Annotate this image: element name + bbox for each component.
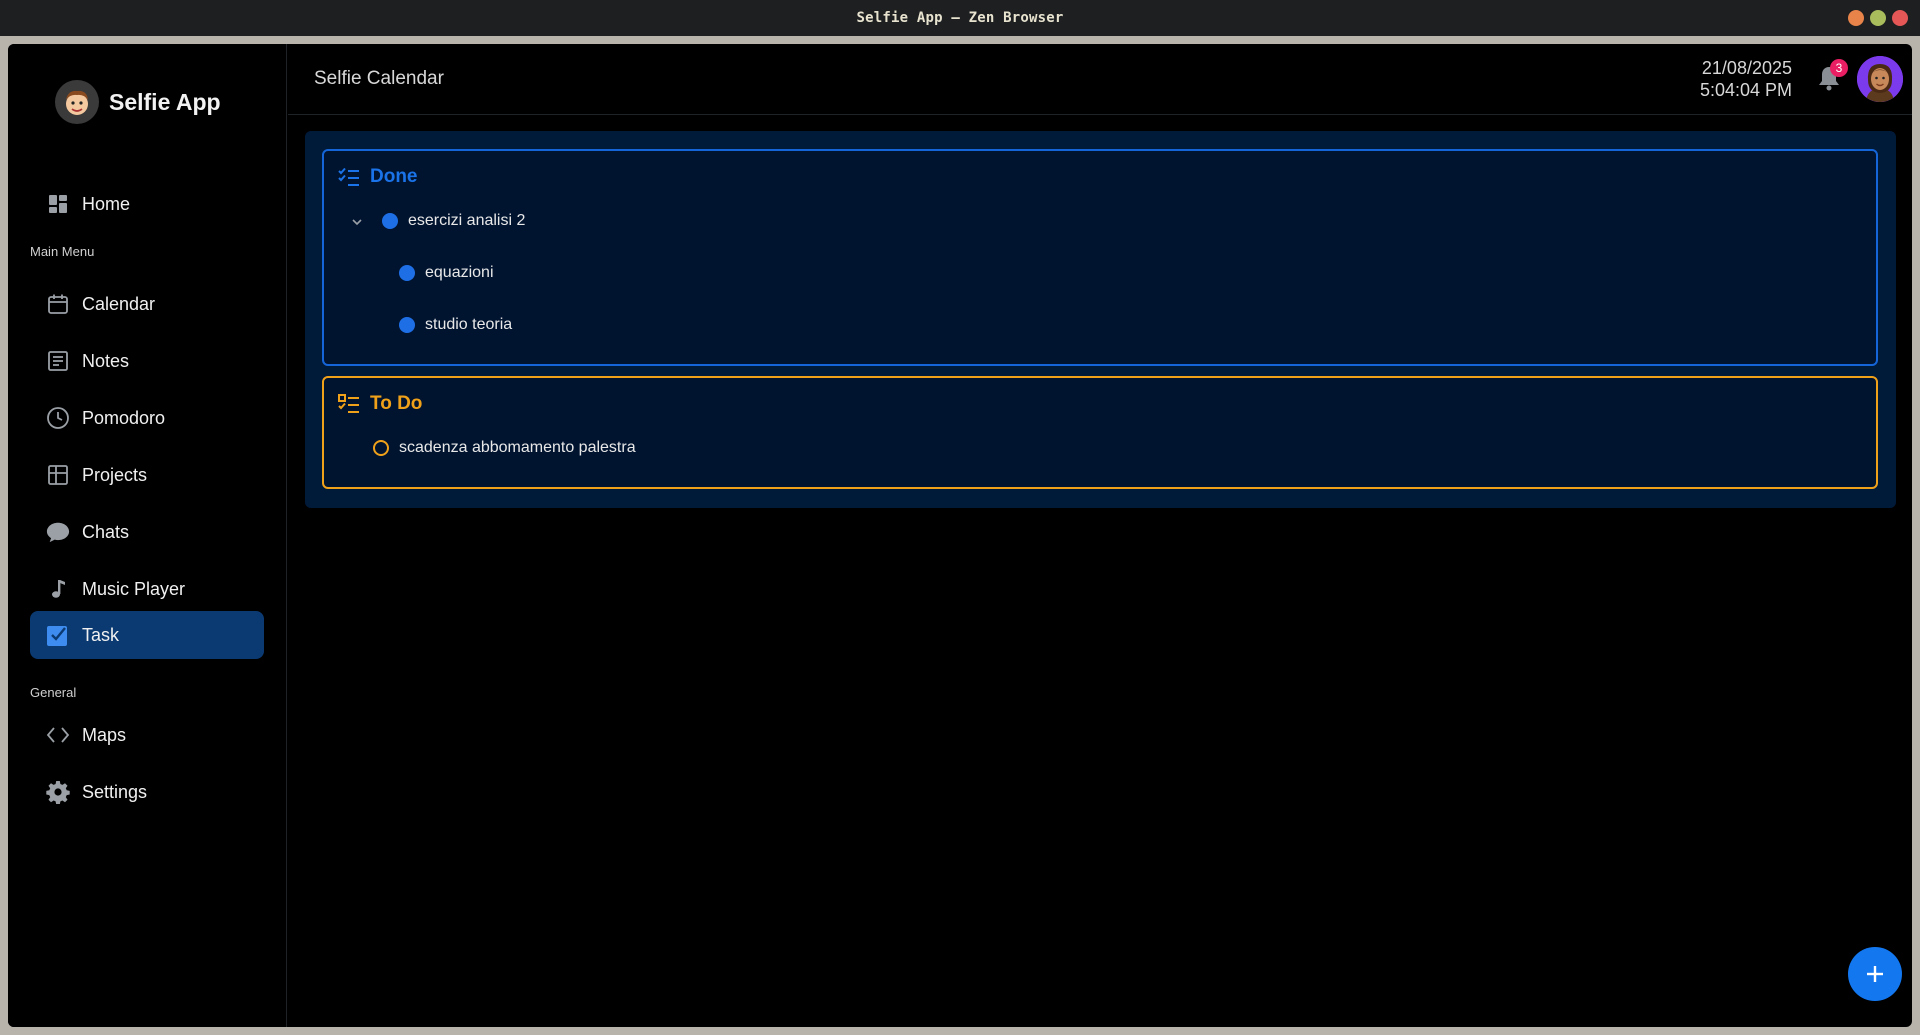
sidebar-item-settings[interactable]: Settings <box>30 768 264 816</box>
add-task-button[interactable] <box>1848 947 1902 1001</box>
sidebar-item-calendar[interactable]: Calendar <box>30 280 264 328</box>
top-header: Selfie Calendar 21/08/2025 5:04:04 PM 3 <box>288 44 1912 115</box>
sidebar-item-label: Settings <box>82 781 148 802</box>
clock-icon <box>46 406 70 430</box>
page-title: Selfie Calendar <box>314 68 444 89</box>
dashboard-icon <box>46 192 70 216</box>
user-avatar[interactable] <box>1857 56 1903 102</box>
sidebar-item-home[interactable]: Home <box>30 180 264 228</box>
subtask-item[interactable]: equazioni <box>399 264 494 282</box>
maximize-button[interactable] <box>1870 10 1886 26</box>
sidebar-item-label: Calendar <box>82 293 156 314</box>
done-group-title: Done <box>370 166 418 187</box>
done-group-header: Done <box>338 166 418 188</box>
checklist-icon <box>338 394 359 413</box>
sidebar-item-label: Pomodoro <box>82 407 166 428</box>
brand-name: Selfie App <box>109 88 221 115</box>
window-title: Selfie App — Zen Browser <box>856 10 1064 26</box>
todo-group-title: To Do <box>370 393 423 414</box>
sidebar-item-label: Music Player <box>82 578 186 599</box>
calendar-icon <box>46 292 70 316</box>
code-brackets-icon <box>46 723 70 747</box>
task-label: equazioni <box>425 264 494 281</box>
music-note-icon <box>46 577 70 601</box>
gear-icon <box>46 780 70 804</box>
current-date: 21/08/2025 <box>1701 58 1792 78</box>
checklist-icon <box>338 167 359 186</box>
sidebar-item-music-player[interactable]: Music Player <box>30 565 264 613</box>
window-titlebar: Selfie App — Zen Browser <box>0 0 1920 36</box>
todo-status-circle-icon[interactable] <box>373 440 389 456</box>
sidebar-item-label: Chats <box>82 521 130 542</box>
brand[interactable]: Selfie App <box>55 79 221 125</box>
sidebar-item-pomodoro[interactable]: Pomodoro <box>30 394 264 442</box>
sidebar-item-label: Home <box>82 193 131 214</box>
done-group: Done esercizi analisi 2 equazioni studio… <box>322 149 1878 366</box>
general-heading: General <box>30 685 77 700</box>
done-status-dot-icon[interactable] <box>382 213 398 229</box>
sidebar-item-label: Notes <box>82 350 130 371</box>
task-label: scadenza abbomamento palestra <box>399 439 636 456</box>
datetime-display: 21/08/2025 5:04:04 PM <box>1700 57 1792 101</box>
main-menu-heading: Main Menu <box>30 244 95 259</box>
sidebar-item-notes[interactable]: Notes <box>30 337 264 385</box>
sidebar-item-task[interactable]: Task <box>30 611 264 659</box>
minimize-button[interactable] <box>1848 10 1864 26</box>
plus-icon <box>1867 966 1883 982</box>
window-controls <box>1848 10 1908 26</box>
task-item[interactable]: esercizi analisi 2 <box>382 212 525 230</box>
current-time: 5:04:04 PM <box>1699 80 1792 100</box>
task-label: studio teoria <box>425 316 513 333</box>
subtask-item[interactable]: studio teoria <box>399 316 512 334</box>
chevron-down-icon[interactable] <box>349 214 365 230</box>
sidebar-item-chats[interactable]: Chats <box>30 508 264 556</box>
chat-bubble-icon <box>46 520 70 544</box>
done-status-dot-icon[interactable] <box>399 317 415 333</box>
sidebar-item-label: Projects <box>82 464 148 485</box>
sidebar-item-maps[interactable]: Maps <box>30 711 264 759</box>
todo-group: To Do scadenza abbomamento palestra <box>322 376 1878 489</box>
sidebar: Selfie App Home Main Menu Calendar Notes… <box>8 44 287 1027</box>
app-window: Selfie App Home Main Menu Calendar Notes… <box>8 44 1912 1027</box>
task-item[interactable]: scadenza abbomamento palestra <box>373 439 636 457</box>
sidebar-item-label: Task <box>82 624 120 645</box>
notification-badge: 3 <box>1830 59 1848 77</box>
projects-icon <box>46 463 70 487</box>
task-board: Done esercizi analisi 2 equazioni studio… <box>305 131 1896 508</box>
notes-icon <box>46 349 70 373</box>
sidebar-item-projects[interactable]: Projects <box>30 451 264 499</box>
done-status-dot-icon[interactable] <box>399 265 415 281</box>
task-check-icon <box>46 623 70 647</box>
close-button[interactable] <box>1892 10 1908 26</box>
sidebar-item-label: Maps <box>82 724 127 745</box>
todo-group-header: To Do <box>338 393 422 415</box>
app-logo-icon <box>55 80 99 124</box>
task-label: esercizi analisi 2 <box>408 212 526 229</box>
